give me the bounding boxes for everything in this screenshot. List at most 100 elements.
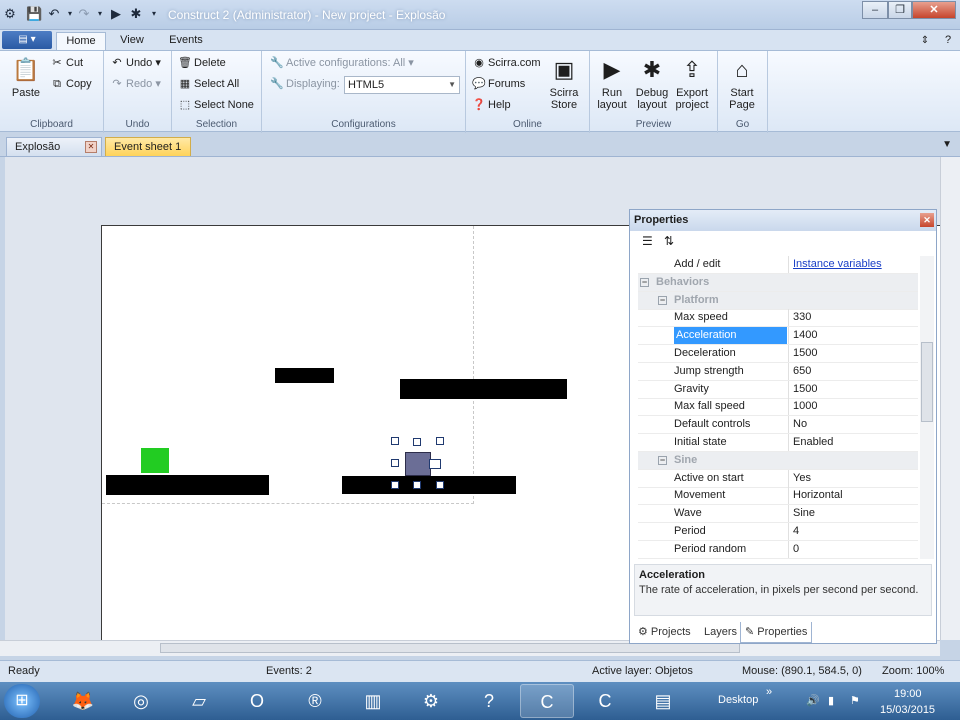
app-gear-icon[interactable]: ⚙ <box>2 6 18 22</box>
property-value[interactable]: 1500 <box>793 383 817 395</box>
redo-icon[interactable]: ↷ <box>76 6 92 22</box>
notification-icon[interactable]: ⚑ <box>850 694 860 707</box>
redo-dropdown-icon[interactable]: ▾ <box>92 6 108 22</box>
property-row[interactable]: Add / edit Instance variables <box>638 256 918 274</box>
property-value[interactable]: 330 <box>793 311 811 323</box>
tab-layout-explosao[interactable]: Explosão ✕ <box>6 137 102 156</box>
selection-handle[interactable] <box>391 459 399 467</box>
copy-button[interactable]: ⧉ Copy <box>50 76 92 93</box>
delete-button[interactable]: 🗑 Delete <box>178 55 226 72</box>
platform-small[interactable] <box>275 368 334 383</box>
tab-layers[interactable]: Layers <box>700 622 741 643</box>
property-row[interactable]: Period 4 <box>638 523 918 541</box>
select-all-button[interactable]: ▦ Select All <box>178 76 239 93</box>
property-value-cell[interactable]: 1500 <box>788 380 918 398</box>
layout-vertical-scrollbar[interactable] <box>940 157 960 640</box>
property-row[interactable]: Deceleration 1500 <box>638 345 918 363</box>
opera-icon[interactable]: O <box>230 684 284 718</box>
property-row[interactable]: Initial state Enabled <box>638 434 918 452</box>
property-value-cell[interactable]: 1400 <box>788 327 918 345</box>
settings-icon[interactable]: ⚙ <box>404 684 458 718</box>
clock-date[interactable]: 15/03/2015 <box>880 704 935 716</box>
save-icon[interactable]: 💾 <box>26 6 42 22</box>
property-value[interactable]: Yes <box>793 472 811 484</box>
debug-icon[interactable]: ✱ <box>128 6 144 22</box>
property-value[interactable]: 0 <box>793 543 799 555</box>
selection-handle[interactable] <box>391 437 399 445</box>
property-row[interactable]: Gravity 1500 <box>638 380 918 399</box>
firefox-icon[interactable]: 🦊 <box>56 684 110 718</box>
scirra-store-button[interactable]: ▣ Scirra Store <box>544 55 584 111</box>
forums-link[interactable]: 💬 Forums <box>472 76 525 93</box>
export-project-button[interactable]: ⇪ Export project <box>672 55 712 111</box>
property-value[interactable]: 4 <box>793 525 799 537</box>
undo-icon[interactable]: ↶ <box>46 6 62 22</box>
notepad-icon[interactable]: ▱ <box>172 684 226 718</box>
desktop-toolbar[interactable]: Desktop <box>718 694 758 706</box>
tab-list-icon[interactable]: ▼ <box>942 139 952 150</box>
property-category[interactable]: − Sine <box>638 451 918 470</box>
run-layout-button[interactable]: ▶ Run layout <box>592 55 632 111</box>
player-sprite[interactable] <box>141 448 169 473</box>
redo-button[interactable]: ↷ Redo ▾ <box>110 76 160 93</box>
property-row[interactable]: Active on start Yes <box>638 469 918 488</box>
property-value[interactable]: Horizontal <box>793 489 843 501</box>
active-configurations-dropdown[interactable]: 🔧 Active configurations: All ▾ <box>270 55 414 72</box>
property-row[interactable]: Max speed 330 <box>638 309 918 328</box>
alphabetical-sort-icon[interactable]: ⇅ <box>664 234 674 248</box>
property-value[interactable]: No <box>793 418 807 430</box>
property-value-cell[interactable]: 650 <box>788 362 918 380</box>
select-none-button[interactable]: ⬚ Select None <box>178 97 254 114</box>
instance-variables-link[interactable]: Instance variables <box>793 258 882 270</box>
property-value[interactable]: 1000 <box>793 400 817 412</box>
property-row[interactable]: Jump strength 650 <box>638 362 918 381</box>
help-icon[interactable]: ? <box>940 32 956 51</box>
property-category[interactable]: − Platform <box>638 291 918 310</box>
selection-handle[interactable] <box>413 481 421 489</box>
construct2-icon[interactable]: C <box>520 684 574 718</box>
chrome-icon[interactable]: ◎ <box>114 684 168 718</box>
minimize-button[interactable]: – <box>862 1 888 19</box>
property-value-cell[interactable]: 1500 <box>788 345 918 362</box>
scrollbar-thumb[interactable] <box>160 643 740 653</box>
volume-icon[interactable]: 🔊 <box>806 694 820 707</box>
displaying-select[interactable]: HTML5 ▼ <box>344 76 460 94</box>
clock-time[interactable]: 19:00 <box>894 688 922 700</box>
tab-home[interactable]: Home <box>56 32 106 51</box>
property-value-cell[interactable]: Horizontal <box>788 487 918 505</box>
help-link[interactable]: ❓ Help <box>472 97 510 114</box>
start-button[interactable]: ⊞ <box>4 684 40 718</box>
property-value-cell[interactable]: Enabled <box>788 434 918 451</box>
categorized-icon[interactable]: ☰ <box>642 234 653 248</box>
platform-right[interactable] <box>342 476 516 494</box>
property-row[interactable]: Default controls No <box>638 416 918 435</box>
property-row[interactable]: Period random 0 <box>638 540 918 559</box>
selection-handle[interactable] <box>413 438 421 446</box>
help-viewer-icon[interactable]: ? <box>462 684 516 718</box>
property-value[interactable]: 650 <box>793 365 811 377</box>
start-page-button[interactable]: ⌂ Start Page <box>722 55 762 111</box>
platform-left[interactable] <box>106 475 269 495</box>
tab-event-sheet[interactable]: Event sheet 1 <box>105 137 191 156</box>
property-value-cell[interactable]: 4 <box>788 523 918 540</box>
explosion-sprite[interactable] <box>405 452 431 476</box>
property-grid-scrollbar[interactable] <box>920 256 934 559</box>
tab-projects[interactable]: ⚙ Projects <box>634 622 695 643</box>
debug-layout-button[interactable]: ✱ Debug layout <box>632 55 672 111</box>
file-explorer-icon[interactable]: ▤ <box>636 684 690 718</box>
collapse-icon[interactable]: − <box>640 277 649 287</box>
property-value-cell[interactable]: Yes <box>788 469 918 487</box>
maximize-button[interactable]: ❐ <box>888 1 912 19</box>
property-row[interactable]: Acceleration 1400 <box>638 327 918 346</box>
property-value-cell[interactable]: No <box>788 416 918 434</box>
property-value[interactable]: 1500 <box>793 347 817 359</box>
property-value[interactable]: Enabled <box>793 436 833 448</box>
close-button[interactable]: ✕ <box>912 1 956 19</box>
property-value-cell[interactable]: Instance variables <box>788 256 918 273</box>
property-value[interactable]: Sine <box>793 507 815 519</box>
property-value-cell[interactable]: 1000 <box>788 398 918 416</box>
property-value-cell[interactable]: 330 <box>788 309 918 327</box>
cut-button[interactable]: ✂ Cut <box>50 55 83 72</box>
close-icon[interactable]: ✕ <box>920 213 934 227</box>
close-tab-icon[interactable]: ✕ <box>85 141 97 153</box>
